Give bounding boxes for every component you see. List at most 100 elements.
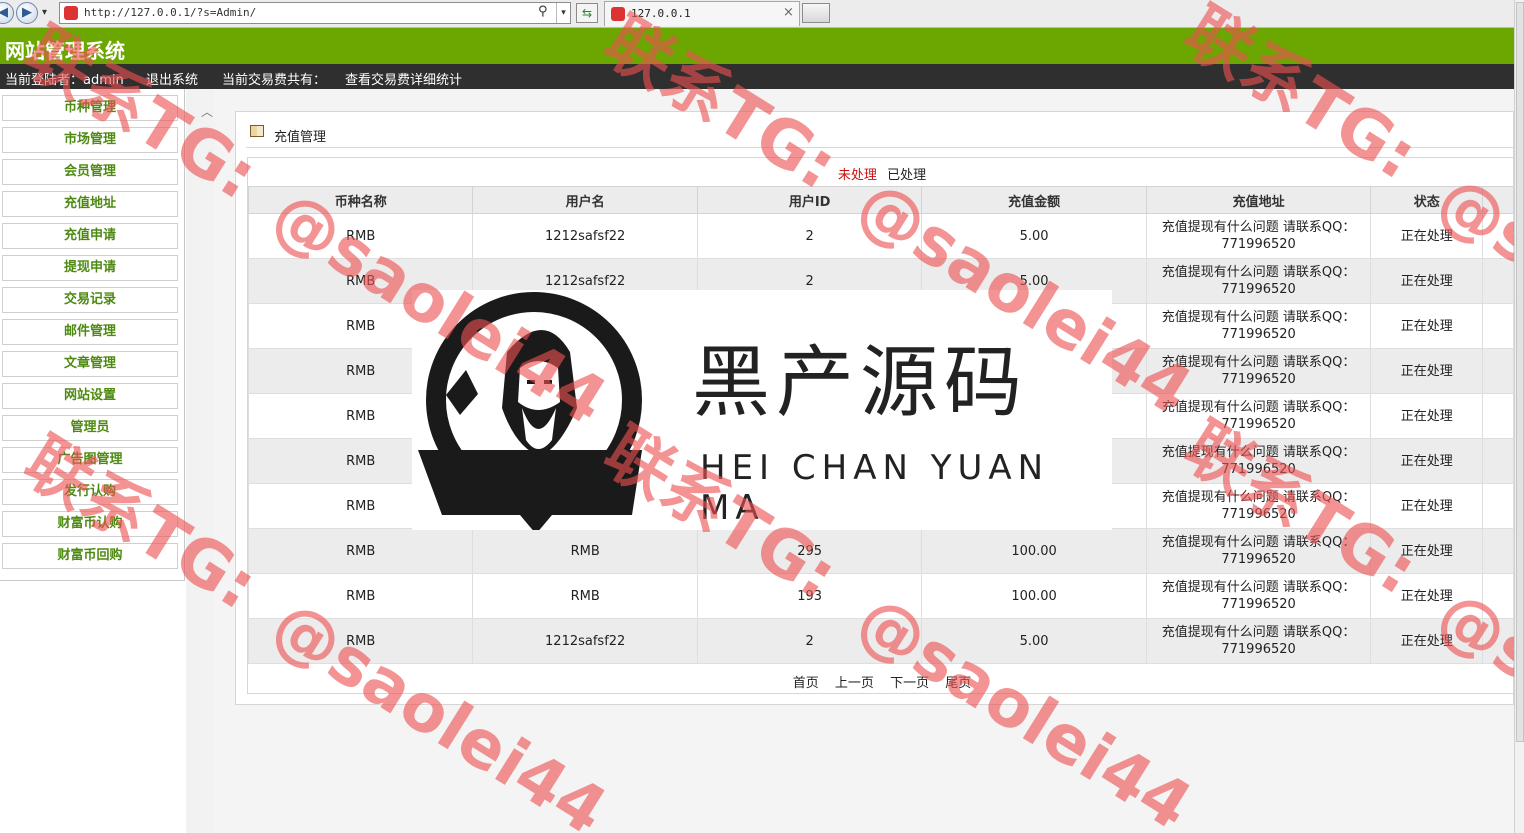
new-tab-button[interactable]	[802, 3, 830, 23]
search-icon[interactable]: ⚲	[538, 4, 548, 19]
status-cell: 正在处理	[1370, 213, 1484, 259]
sidebar-item-withdraw-requests[interactable]: 提现申请	[2, 255, 178, 281]
book-icon	[250, 125, 264, 137]
url-text[interactable]: http://127.0.0.1/?s=Admin/	[84, 6, 256, 19]
coin-cell: RMB	[247, 573, 474, 619]
address-cell: 充值提现有什么问题 请联系QQ： 771996520	[1145, 438, 1372, 484]
sidebar-item-mail[interactable]: 邮件管理	[2, 319, 178, 345]
tab-favicon-icon	[611, 7, 625, 21]
fee-stats-link[interactable]: 查看交易费详细统计	[345, 69, 462, 88]
sidebar-item-site-settings[interactable]: 网站设置	[2, 383, 178, 409]
extra-cell	[1482, 393, 1514, 439]
username-cell: RMB	[472, 528, 698, 574]
pagination: 首页 上一页 下一页 尾页	[248, 672, 1516, 691]
forward-button[interactable]: ▶	[16, 2, 38, 24]
address-cell: 充值提现有什么问题 请联系QQ： 771996520	[1145, 528, 1372, 574]
sidebar-item-trade-records[interactable]: 交易记录	[2, 287, 178, 313]
column-header-amount: 充值金额	[921, 186, 1147, 214]
prev-page-link[interactable]: 上一页	[835, 676, 874, 691]
address-bar[interactable]: http://127.0.0.1/?s=Admin/ ⚲ ▾	[59, 2, 571, 24]
column-header-username: 用户名	[472, 186, 698, 214]
panel-title: 充值管理	[274, 130, 327, 145]
username-cell: RMB	[472, 573, 698, 619]
filter-processed-link[interactable]: 已处理	[887, 168, 926, 183]
status-cell: 正在处理	[1370, 348, 1484, 394]
filter-unprocessed-link[interactable]: 未处理	[838, 168, 877, 183]
extra-cell	[1482, 483, 1514, 529]
refresh-icon: ⇆	[581, 6, 593, 20]
table-row: RMB RMB 295 100.00 充值提现有什么问题 请联系QQ： 771996520…	[247, 528, 1514, 574]
coin-cell: RMB	[247, 213, 474, 259]
sidebar-item-banners[interactable]: 广告图管理	[2, 447, 178, 473]
extra-cell	[1482, 303, 1514, 349]
table-row: RMB 1212safsf22 2 5.00 充值提现有什么问题 请联系QQ： 77199…	[247, 618, 1514, 664]
column-header-extra	[1482, 186, 1514, 214]
refresh-button[interactable]: ⇆	[576, 3, 598, 23]
address-dropdown-icon[interactable]: ▾	[556, 3, 570, 23]
history-dropdown-icon[interactable]: ▾	[42, 7, 47, 18]
table-row: RMB 1212safsf22 2 5.00 充值提现有什么问题 请联系QQ： 77199…	[247, 213, 1514, 259]
logo-overlay: 黑产源码 HEI CHAN YUAN MA	[412, 290, 1112, 534]
top-bar: 当前登陆者：admin 退出系统 当前交易费共有： 查看交易费详细统计	[0, 64, 1514, 89]
logo-title-en: HEI CHAN YUAN MA	[700, 448, 1050, 528]
amount-cell: 100.00	[921, 528, 1147, 574]
sidebar-item-issuance[interactable]: 发行认购	[2, 479, 178, 505]
address-line: 充值提现有什么问题 请联系QQ：	[1161, 625, 1356, 640]
back-button[interactable]: ◀	[0, 2, 14, 24]
table-header-row: 币种名称 用户名 用户ID 充值金额 充值地址 状态	[247, 186, 1514, 214]
user-id-cell: 2	[696, 618, 923, 664]
address-cell: 充值提现有什么问题 请联系QQ： 771996520	[1145, 348, 1372, 394]
status-filter: 未处理 已处理	[248, 164, 1516, 183]
back-icon: ◀	[0, 5, 8, 20]
address-qq: 771996520	[1221, 327, 1296, 342]
site-header: 网站管理系统	[0, 28, 1514, 64]
sidebar-item-articles[interactable]: 文章管理	[2, 351, 178, 377]
extra-cell	[1482, 213, 1514, 259]
user-id-cell: 295	[696, 528, 923, 574]
address-qq: 771996520	[1221, 642, 1296, 657]
sidebar-gutter	[186, 89, 214, 833]
logout-link[interactable]: 退出系统	[146, 69, 198, 88]
site-favicon-icon	[64, 6, 78, 20]
status-cell: 正在处理	[1370, 573, 1484, 619]
sidebar-item-admins[interactable]: 管理员	[2, 415, 178, 441]
site-title: 网站管理系统	[5, 39, 125, 63]
address-cell: 充值提现有什么问题 请联系QQ： 771996520	[1145, 573, 1372, 619]
address-cell: 充值提现有什么问题 请联系QQ： 771996520	[1145, 618, 1372, 664]
status-cell: 正在处理	[1370, 528, 1484, 574]
address-qq: 771996520	[1221, 282, 1296, 297]
address-line: 充值提现有什么问题 请联系QQ：	[1161, 355, 1356, 370]
sidebar-item-members[interactable]: 会员管理	[2, 159, 178, 185]
first-page-link[interactable]: 首页	[793, 676, 819, 691]
address-qq: 771996520	[1221, 237, 1296, 252]
sidebar-item-wealth-buyback[interactable]: 财富币回购	[2, 543, 178, 569]
address-qq: 771996520	[1221, 462, 1296, 477]
address-line: 充值提现有什么问题 请联系QQ：	[1161, 535, 1356, 550]
sidebar-item-wealth-subscribe[interactable]: 财富币认购	[2, 511, 178, 537]
close-icon[interactable]: ×	[783, 5, 794, 20]
amount-cell: 5.00	[921, 213, 1147, 259]
coin-cell: RMB	[247, 528, 474, 574]
sidebar-item-markets[interactable]: 市场管理	[2, 127, 178, 153]
page-scrollbar[interactable]	[1514, 0, 1524, 833]
address-line: 充值提现有什么问题 请联系QQ：	[1161, 265, 1356, 280]
browser-toolbar: ◀ ▶ ▾ http://127.0.0.1/?s=Admin/ ⚲ ▾ ⇆ 1…	[0, 0, 1524, 28]
collapse-icon[interactable]: ︿	[201, 103, 213, 120]
last-page-link[interactable]: 尾页	[945, 676, 971, 691]
column-header-user-id: 用户ID	[696, 186, 923, 214]
address-cell: 充值提现有什么问题 请联系QQ： 771996520	[1145, 213, 1372, 259]
extra-cell	[1482, 528, 1514, 574]
user-id-cell: 2	[696, 213, 923, 259]
tab-title: 127.0.0.1	[631, 7, 691, 20]
column-header-address: 充值地址	[1145, 186, 1372, 214]
status-cell: 正在处理	[1370, 618, 1484, 664]
amount-cell: 5.00	[921, 618, 1147, 664]
next-page-link[interactable]: 下一页	[890, 676, 929, 691]
browser-tab[interactable]: 127.0.0.1 ×	[604, 1, 800, 26]
address-cell: 充值提现有什么问题 请联系QQ： 771996520	[1145, 258, 1372, 304]
sidebar-item-deposit-address[interactable]: 充值地址	[2, 191, 178, 217]
user-id-cell: 193	[696, 573, 923, 619]
sidebar-item-deposit-requests[interactable]: 充值申请	[2, 223, 178, 249]
scrollbar-thumb[interactable]	[1516, 2, 1524, 742]
sidebar-item-coins[interactable]: 币种管理	[2, 95, 178, 121]
